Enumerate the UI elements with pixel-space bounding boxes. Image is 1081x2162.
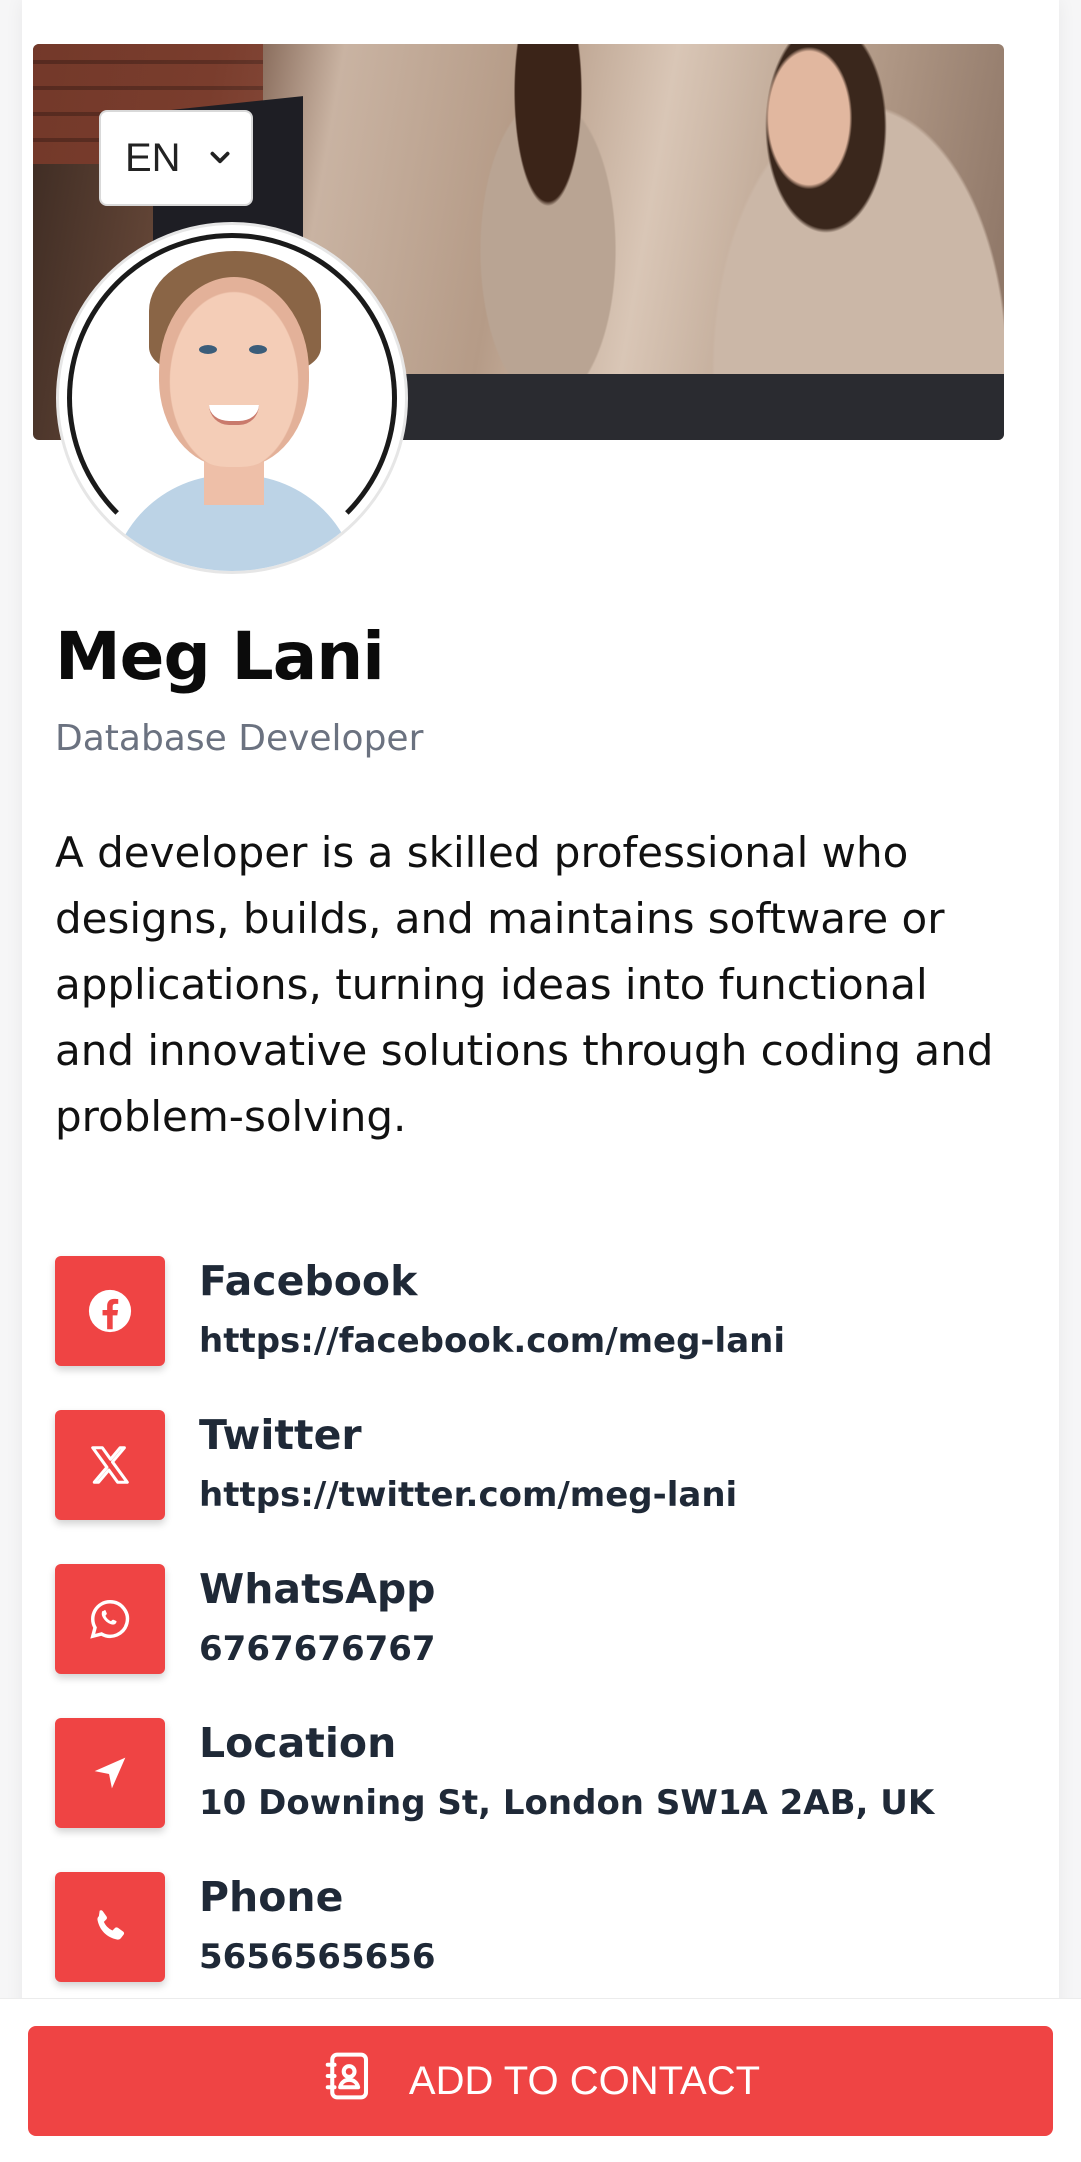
contact-twitter[interactable]: Twitter https://twitter.com/meg-lani bbox=[55, 1410, 1015, 1520]
avatar-face bbox=[159, 277, 309, 467]
x-twitter-icon[interactable] bbox=[55, 1410, 165, 1520]
contact-value[interactable]: 10 Downing St, London SW1A 2AB, UK bbox=[199, 1780, 934, 1826]
contact-label: Phone bbox=[199, 1873, 344, 1921]
contact-label: Twitter bbox=[199, 1411, 362, 1459]
phone-icon[interactable] bbox=[55, 1872, 165, 1982]
avatar bbox=[56, 222, 408, 574]
address-book-icon bbox=[321, 2049, 375, 2113]
profile-bio: A developer is a skilled professional wh… bbox=[55, 828, 994, 1141]
location-arrow-icon[interactable] bbox=[55, 1718, 165, 1828]
contact-phone[interactable]: Phone 5656565656 bbox=[55, 1872, 1015, 1982]
contact-label: WhatsApp bbox=[199, 1565, 436, 1613]
whatsapp-icon[interactable] bbox=[55, 1564, 165, 1674]
avatar-eye-right bbox=[249, 345, 267, 354]
profile-name: Meg Lani bbox=[55, 618, 385, 695]
add-to-contact-button[interactable]: ADD TO CONTACT bbox=[28, 2026, 1053, 2136]
facebook-icon[interactable] bbox=[55, 1256, 165, 1366]
add-to-contact-label: ADD TO CONTACT bbox=[408, 2058, 761, 2103]
contact-value[interactable]: 5656565656 bbox=[199, 1934, 436, 1980]
contact-list: Facebook https://facebook.com/meg-lani T… bbox=[55, 1256, 1015, 2026]
profile-title: Database Developer bbox=[55, 718, 424, 759]
contact-facebook[interactable]: Facebook https://facebook.com/meg-lani bbox=[55, 1256, 1015, 1366]
contact-value[interactable]: https://twitter.com/meg-lani bbox=[199, 1472, 737, 1518]
cover-desk bbox=[333, 374, 1004, 440]
contact-location[interactable]: Location 10 Downing St, London SW1A 2AB,… bbox=[55, 1718, 1015, 1828]
language-select[interactable]: EN bbox=[99, 110, 253, 206]
chevron-down-icon bbox=[207, 136, 233, 181]
contact-value[interactable]: 6767676767 bbox=[199, 1626, 436, 1672]
contact-label: Facebook bbox=[199, 1257, 418, 1305]
contact-whatsapp[interactable]: WhatsApp 6767676767 bbox=[55, 1564, 1015, 1674]
avatar-eye-left bbox=[199, 345, 217, 354]
contact-value[interactable]: https://facebook.com/meg-lani bbox=[199, 1318, 785, 1364]
contact-label: Location bbox=[199, 1719, 397, 1767]
language-value: EN bbox=[125, 135, 181, 180]
